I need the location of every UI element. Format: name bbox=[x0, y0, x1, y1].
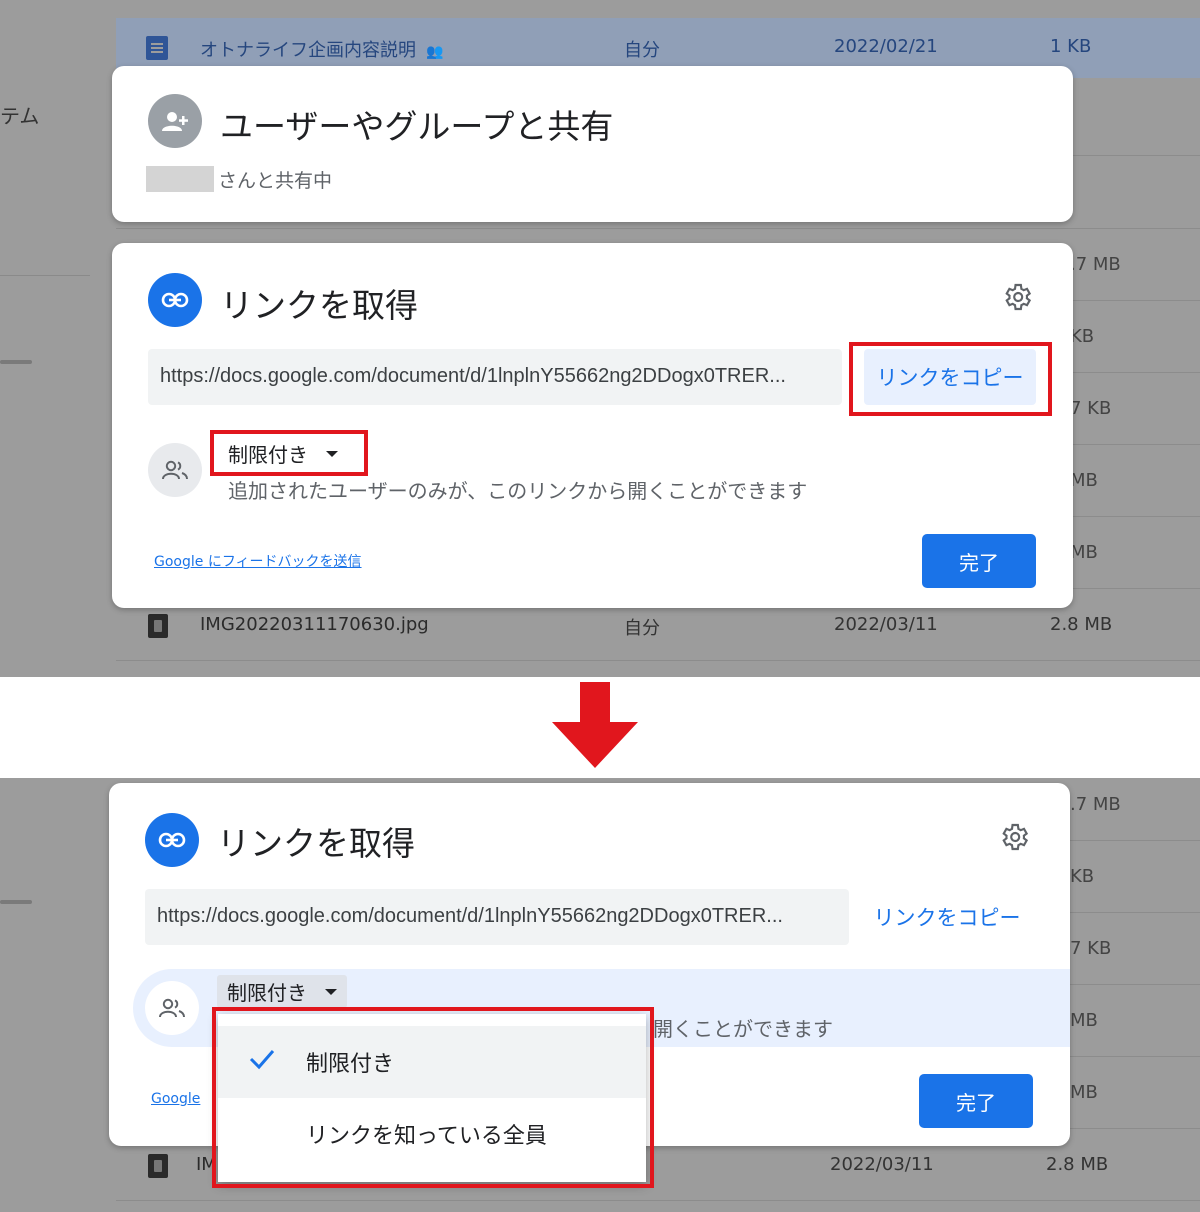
share-people-card: ユーザーやグループと共有 さんと共有中 bbox=[112, 66, 1073, 222]
row-divider bbox=[116, 660, 1200, 661]
gear-icon[interactable] bbox=[998, 821, 1030, 853]
link-icon bbox=[145, 813, 199, 867]
sidebar-divider bbox=[0, 275, 90, 276]
file-date: 2022/02/21 bbox=[834, 36, 938, 57]
chevron-down-icon bbox=[325, 988, 337, 995]
file-size: MB bbox=[1070, 1082, 1098, 1103]
annotation-box-copy bbox=[849, 342, 1052, 416]
access-level-value: 制限付き bbox=[227, 981, 307, 1005]
redacted-name bbox=[146, 166, 214, 192]
sidebar-scroll-mark bbox=[0, 900, 32, 904]
gear-icon[interactable] bbox=[1001, 281, 1033, 313]
done-button[interactable]: 完了 bbox=[919, 1074, 1033, 1128]
done-button[interactable]: 完了 bbox=[922, 534, 1036, 588]
access-description: 追加されたユーザーのみが、このリンクから開くことができます bbox=[228, 479, 808, 503]
sidebar-fragment: テム bbox=[0, 0, 90, 677]
bottom-screenshot-panel: .7 MB KB 7 KB MB MB IM 2022/03/11 2.8 MB… bbox=[0, 778, 1200, 1212]
feedback-link[interactable]: Google bbox=[151, 1091, 200, 1107]
file-name: IMG20220311170630.jpg bbox=[200, 614, 429, 635]
annotation-box-dropdown bbox=[212, 1007, 654, 1188]
sidebar-fragment bbox=[0, 778, 90, 1212]
image-icon bbox=[148, 614, 168, 638]
doc-icon bbox=[146, 36, 168, 60]
link-icon bbox=[148, 273, 202, 327]
access-level-select[interactable]: 制限付き bbox=[217, 975, 347, 1008]
card-title: リンクを取得 bbox=[220, 286, 418, 325]
file-size: MB bbox=[1070, 542, 1098, 563]
sidebar-label-fragment: テム bbox=[0, 104, 40, 128]
file-size: 1 KB bbox=[1050, 36, 1092, 57]
sidebar-scroll-mark bbox=[0, 360, 32, 364]
file-size: MB bbox=[1070, 1010, 1098, 1031]
file-date: 2022/03/11 bbox=[830, 1154, 934, 1175]
link-url-field[interactable]: https://docs.google.com/document/d/1lnpl… bbox=[145, 889, 849, 945]
people-icon bbox=[148, 443, 202, 497]
card-title: リンクを取得 bbox=[217, 824, 415, 863]
file-size: .7 MB bbox=[1070, 794, 1121, 815]
file-size: 7 KB bbox=[1070, 938, 1112, 959]
file-date: 2022/03/11 bbox=[834, 614, 938, 635]
file-name: オトナライフ企画内容説明 bbox=[200, 40, 416, 61]
feedback-link[interactable]: Google にフィードバックを送信 bbox=[154, 551, 362, 571]
top-screenshot-panel: テム オトナライフ企画内容説明 👥 自分 2022/02/21 1 KB .7 M… bbox=[0, 0, 1200, 677]
link-url-field[interactable]: https://docs.google.com/document/d/1lnpl… bbox=[148, 349, 842, 405]
add-person-icon[interactable] bbox=[148, 94, 202, 148]
access-description: 開くことができます bbox=[653, 1017, 833, 1041]
people-icon bbox=[145, 981, 199, 1035]
file-owner: 自分 bbox=[624, 40, 660, 61]
copy-link-button[interactable]: リンクをコピー bbox=[865, 889, 1029, 945]
file-size: KB bbox=[1070, 866, 1095, 887]
annotation-box-access bbox=[210, 430, 368, 476]
file-size: 2.8 MB bbox=[1046, 1154, 1109, 1175]
file-size: .7 MB bbox=[1070, 254, 1121, 275]
row-divider bbox=[116, 228, 1200, 229]
row-divider bbox=[116, 1200, 1200, 1201]
shared-with-text: さんと共有中 bbox=[218, 170, 333, 192]
file-size: 2.8 MB bbox=[1050, 614, 1113, 635]
file-size: 7 KB bbox=[1070, 398, 1112, 419]
file-size: KB bbox=[1070, 326, 1095, 347]
shared-icon: 👥 bbox=[426, 44, 444, 60]
card-title: ユーザーやグループと共有 bbox=[220, 107, 614, 146]
file-size: MB bbox=[1070, 470, 1098, 491]
file-owner: 自分 bbox=[624, 618, 660, 639]
image-icon bbox=[148, 1154, 168, 1178]
get-link-card: リンクを取得 https://docs.google.com/document/… bbox=[112, 243, 1073, 608]
down-arrow-icon bbox=[552, 682, 638, 768]
